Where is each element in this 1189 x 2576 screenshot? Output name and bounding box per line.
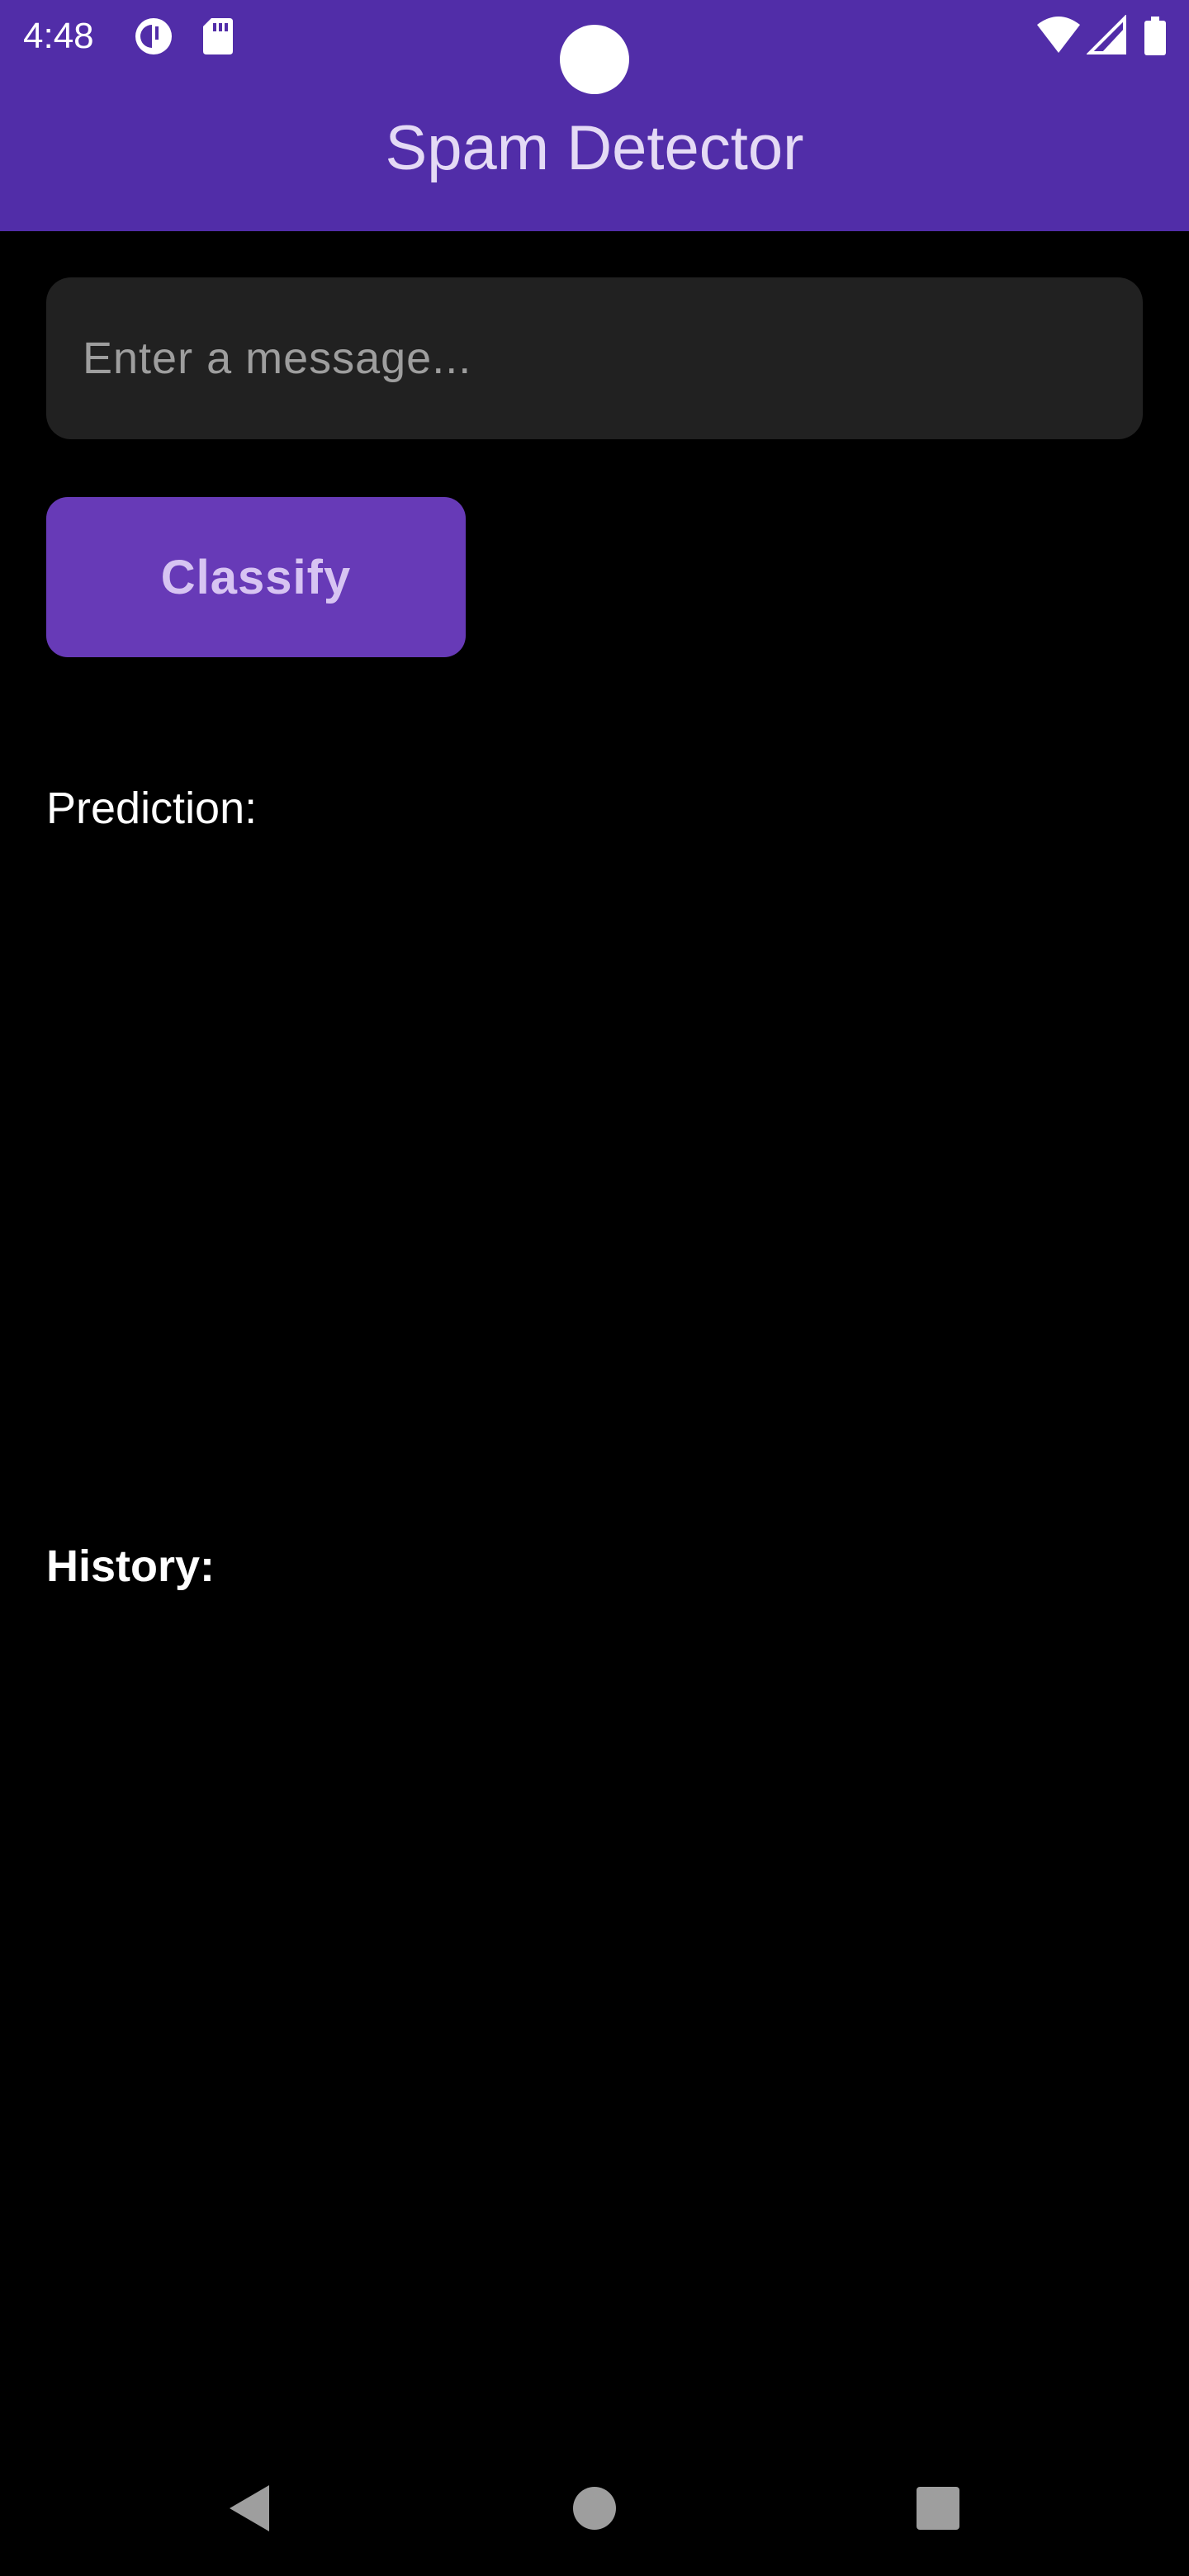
recents-button[interactable] [872,2444,1004,2576]
navigation-bar [0,2444,1189,2576]
app-header: 4:48 Spam Detector [0,0,1189,231]
prediction-label: Prediction: [46,784,258,833]
home-button[interactable] [528,2444,661,2576]
history-label: History: [46,1541,216,1591]
status-time: 4:48 [23,16,94,56]
app-title: Spam Detector [385,113,804,183]
classify-button[interactable]: Classify [46,497,466,657]
home-icon [571,2485,618,2536]
cellular-signal-icon [1086,14,1126,58]
battery-icon [1143,15,1168,58]
camera-cutout [560,25,629,94]
back-icon [225,2482,274,2539]
data-saver-icon [132,15,175,58]
wifi-icon [1035,15,1082,58]
sd-card-icon [201,15,234,58]
message-input[interactable] [46,277,1143,439]
recents-icon [915,2485,961,2536]
back-button[interactable] [183,2444,315,2576]
